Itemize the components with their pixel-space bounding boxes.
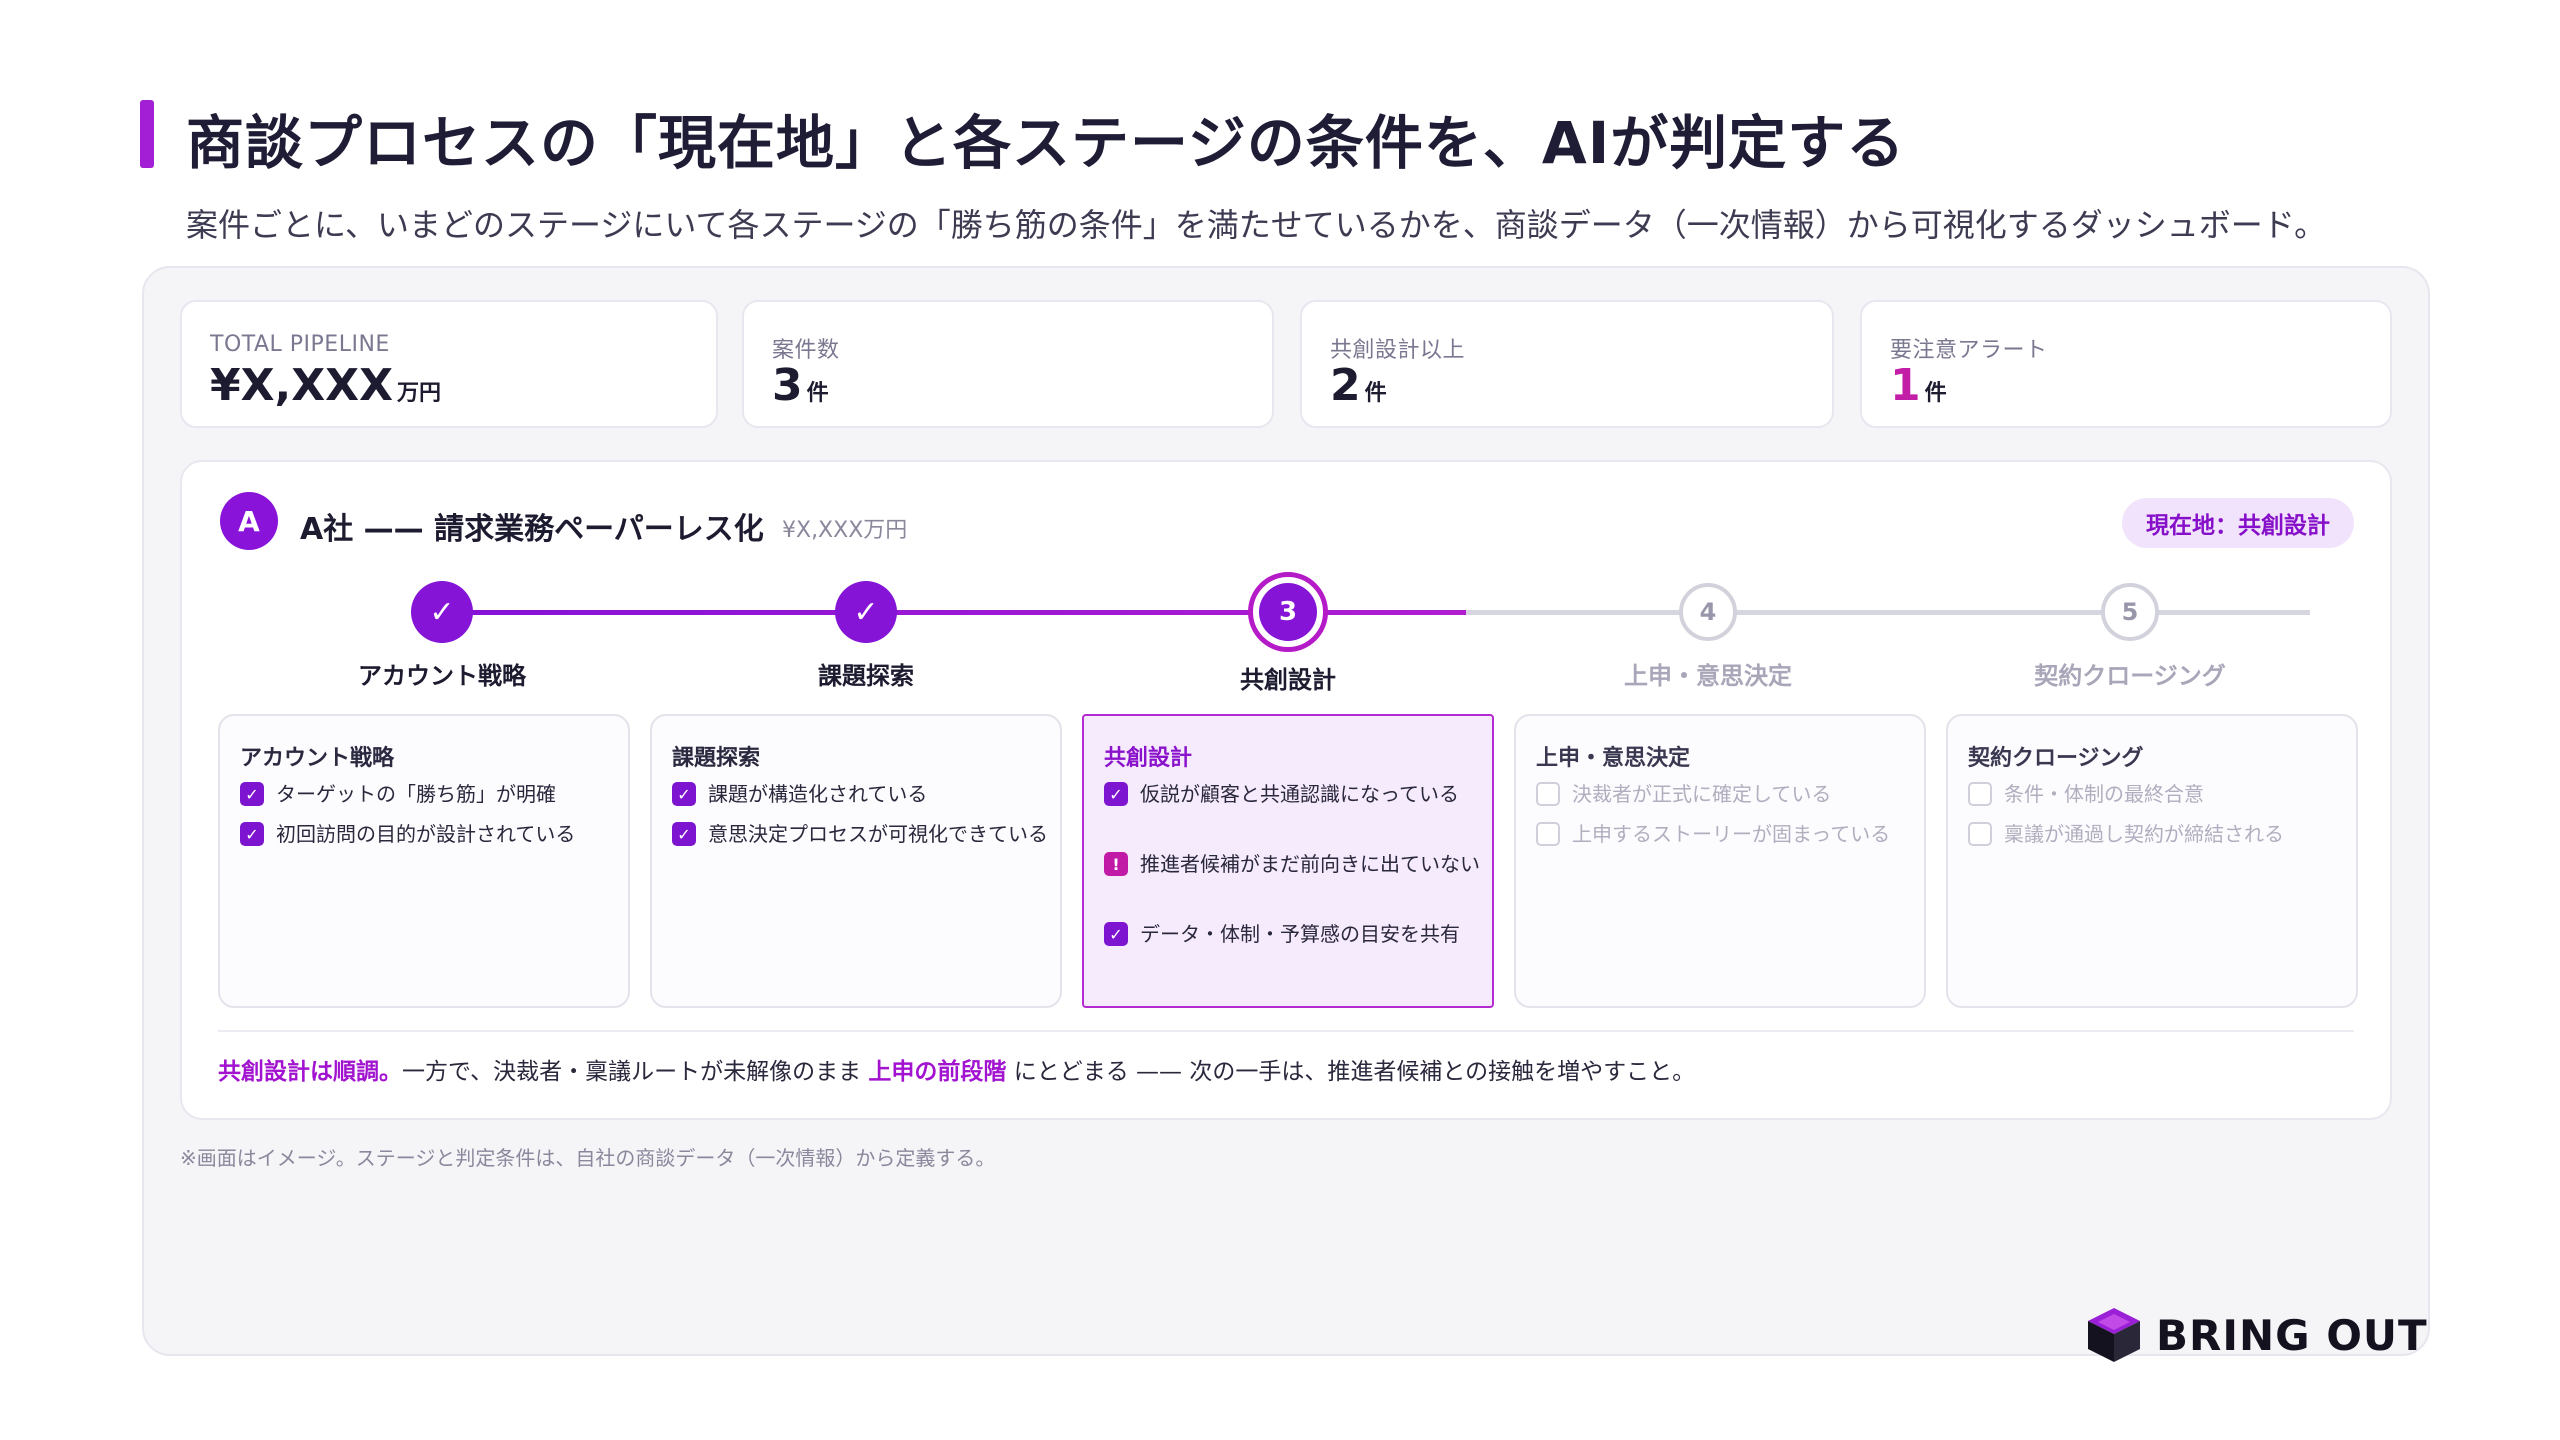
page-subtitle: 案件ごとに、いまどのステージにいて各ステージの「勝ち筋の条件」を満たせているかを… [186, 206, 2327, 244]
kpi-value: ¥X,XXX [210, 360, 394, 411]
kpi-unit: 万円 [397, 381, 442, 406]
stage-node-5[interactable]: 5 [2101, 583, 2159, 641]
kpi-unit: 件 [1924, 381, 1947, 406]
criterion-item[interactable]: ✓ 意思決定プロセスが可視化できている [672, 820, 1048, 848]
stage-node-3[interactable]: 3 [1248, 572, 1328, 652]
kpi-total-pipeline: TOTAL PIPELINE ¥X,XXX 万円 [180, 300, 718, 428]
brand-logo: BRING OUT [2086, 1306, 2428, 1364]
checkbox-empty-icon [1968, 782, 1992, 806]
deal-card[interactable]: A A社 —— 請求業務ペーパーレス化 ¥X,XXX万円 現在地：共創設計 ✓ … [180, 460, 2392, 1120]
kpi-co-creation-plus: 共創設計以上 2件 [1300, 300, 1834, 428]
kpi-label: TOTAL PIPELINE [210, 332, 390, 357]
check-icon: ✓ [429, 594, 455, 630]
criterion-item[interactable]: ✓ 初回訪問の目的が設計されている [240, 820, 616, 848]
footnote: ※画面はイメージ。ステージと判定条件は、自社の商談データ（一次情報）から定義する… [180, 1146, 996, 1170]
stage-number: 5 [2121, 598, 2139, 626]
title-accent-bar [140, 100, 154, 168]
checkbox-checked-icon: ✓ [672, 782, 696, 806]
page-title: 商談プロセスの「現在地」と各ステージの条件を、AIが判定する [186, 109, 1906, 177]
stage-card-title: アカウント戦略 [240, 746, 395, 771]
kpi-unit: 件 [1364, 381, 1387, 406]
summary-text: 一方で、決裁者・稟議ルートが未解像のまま [402, 1059, 869, 1085]
stage-label-1: アカウント戦略 [358, 662, 526, 690]
ai-summary: 共創設計は順調。一方で、決裁者・稟議ルートが未解像のまま 上申の前段階 にとどま… [218, 1052, 1695, 1086]
deal-amount: ¥X,XXX万円 [782, 518, 908, 543]
deal-name: A社 —— 請求業務ペーパーレス化 [300, 512, 764, 547]
stage-label-2: 課題探索 [818, 662, 914, 690]
criterion-text: 初回訪問の目的が設計されている [276, 822, 576, 846]
criterion-text: 仮説が顧客と共通認識になっている [1140, 782, 1459, 806]
stage-number: 3 [1259, 583, 1317, 641]
current-stage-badge: 現在地：共創設計 [2122, 498, 2354, 548]
criterion-item[interactable]: 決裁者が正式に確定している [1536, 780, 1912, 808]
stage-card-title: 課題探索 [672, 746, 761, 771]
divider [218, 1030, 2354, 1032]
checkbox-empty-icon [1536, 782, 1560, 806]
criterion-text: 課題が構造化されている [708, 782, 928, 806]
cube-logo-icon [2086, 1306, 2142, 1364]
criterion-text: 意思決定プロセスが可視化できている [708, 822, 1048, 846]
checkbox-empty-icon [1536, 822, 1560, 846]
summary-highlight: 上申の前段階 [868, 1059, 1007, 1085]
criterion-item[interactable]: 条件・体制の最終合意 [1968, 780, 2344, 808]
criterion-text: ターゲットの「勝ち筋」が明確 [276, 782, 556, 806]
stage-number: 4 [1699, 598, 1717, 626]
criterion-item[interactable]: ✓ ターゲットの「勝ち筋」が明確 [240, 780, 616, 808]
criterion-item[interactable]: 上申するストーリーが固まっている [1536, 820, 1912, 848]
checkbox-checked-icon: ✓ [1104, 782, 1128, 806]
criterion-text: 条件・体制の最終合意 [2004, 782, 2204, 806]
stage-label-3: 共創設計 [1240, 666, 1336, 694]
stage-node-2[interactable]: ✓ [835, 581, 897, 643]
criterion-item[interactable]: ! 推進者候補がまだ前向きに出ていない [1104, 850, 1480, 878]
criterion-item[interactable]: 稟議が通過し契約が締結される [1968, 820, 2344, 848]
kpi-unit: 件 [806, 381, 829, 406]
check-icon: ✓ [853, 594, 879, 630]
kpi-alerts: 要注意アラート 1件 [1860, 300, 2392, 428]
stage-node-4[interactable]: 4 [1679, 583, 1737, 641]
avatar: A [220, 492, 278, 550]
stage-card-account-strategy[interactable]: アカウント戦略 ✓ ターゲットの「勝ち筋」が明確 ✓ 初回訪問の目的が設計されて… [218, 714, 630, 1008]
summary-text: にとどまる —— 次の一手は、推進者候補との接触を増やすこと。 [1006, 1059, 1696, 1085]
stage-label-5: 契約クロージング [2034, 662, 2226, 690]
kpi-value: 2 [1330, 360, 1361, 411]
criterion-item[interactable]: ✓ 仮説が顧客と共通認識になっている [1104, 780, 1480, 808]
criterion-text: データ・体制・予算感の目安を共有 [1140, 922, 1460, 946]
stage-card-title: 契約クロージング [1968, 746, 2144, 771]
criterion-text: 推進者候補がまだ前向きに出ていない [1140, 852, 1480, 876]
checkbox-empty-icon [1968, 822, 1992, 846]
criterion-text: 決裁者が正式に確定している [1572, 782, 1832, 806]
summary-highlight: 共創設計は順調。 [218, 1059, 402, 1085]
alert-icon: ! [1104, 852, 1128, 876]
stage-card-co-creation[interactable]: 共創設計 ✓ 仮説が顧客と共通認識になっている ! 推進者候補がまだ前向きに出て… [1082, 714, 1494, 1008]
stage-card-contract-closing[interactable]: 契約クロージング 条件・体制の最終合意 稟議が通過し契約が締結される [1946, 714, 2358, 1008]
progress-track-remaining [1466, 610, 2310, 615]
criterion-item[interactable]: ✓ 課題が構造化されている [672, 780, 1048, 808]
criterion-item[interactable]: ✓ データ・体制・予算感の目安を共有 [1104, 920, 1480, 948]
kpi-deal-count: 案件数 3件 [742, 300, 1274, 428]
stage-card-issue-exploration[interactable]: 課題探索 ✓ 課題が構造化されている ✓ 意思決定プロセスが可視化できている [650, 714, 1062, 1008]
stage-card-title: 共創設計 [1104, 746, 1193, 771]
checkbox-checked-icon: ✓ [672, 822, 696, 846]
kpi-value: 1 [1890, 360, 1921, 411]
brand-name: BRING OUT [2156, 1310, 2428, 1360]
checkbox-checked-icon: ✓ [1104, 922, 1128, 946]
stage-card-approval-decision[interactable]: 上申・意思決定 決裁者が正式に確定している 上申するストーリーが固まっている [1514, 714, 1926, 1008]
checkbox-checked-icon: ✓ [240, 782, 264, 806]
stage-card-title: 上申・意思決定 [1536, 746, 1691, 771]
checkbox-checked-icon: ✓ [240, 822, 264, 846]
criterion-text: 上申するストーリーが固まっている [1572, 822, 1891, 846]
stage-node-1[interactable]: ✓ [411, 581, 473, 643]
criterion-text: 稟議が通過し契約が締結される [2004, 822, 2284, 846]
kpi-value: 3 [772, 360, 803, 411]
stage-label-4: 上申・意思決定 [1624, 662, 1792, 690]
